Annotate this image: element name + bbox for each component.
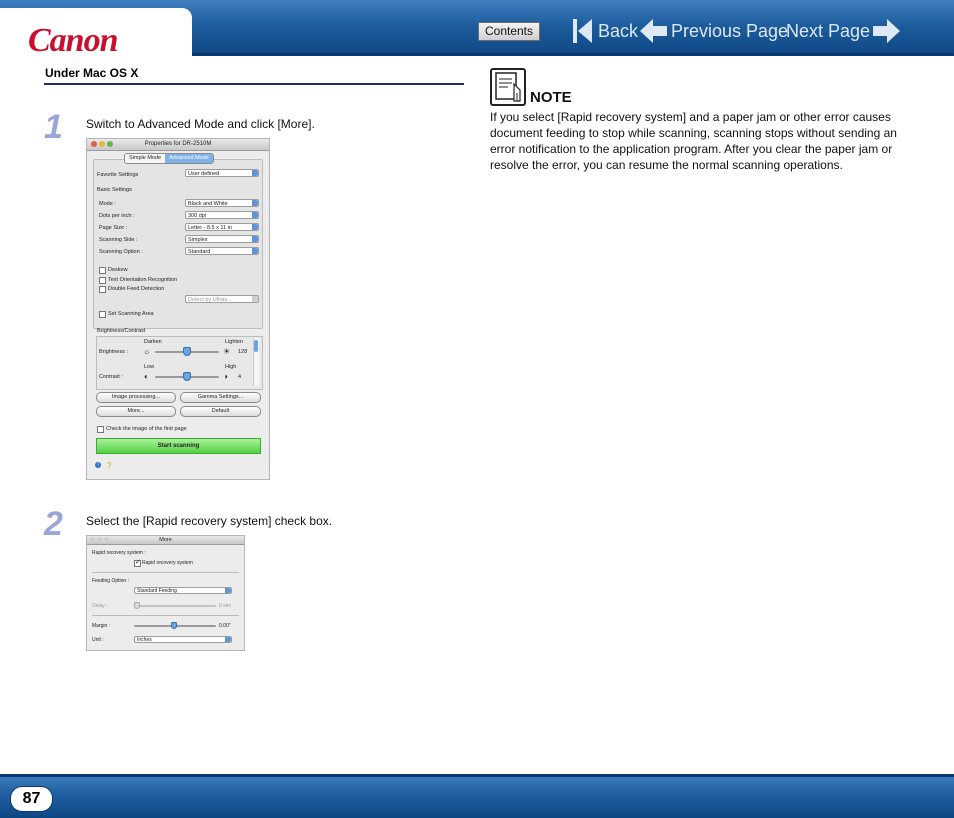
window-title: Properties for DR-2510M <box>144 141 212 147</box>
separator <box>92 572 239 573</box>
contrast-label: Contrast : <box>99 374 123 380</box>
delay-value: 0 sec <box>219 603 231 609</box>
next-page-label: Next Page <box>786 20 871 41</box>
favorite-settings-label: Favorite Settings <box>97 172 139 178</box>
deskew-label: Deskew <box>108 267 128 273</box>
lighten-label: Lighten <box>225 339 244 345</box>
note-icon <box>490 68 526 106</box>
properties-window-screenshot: Properties for DR-2510M Simple Mode Adva… <box>86 138 270 480</box>
arrow-right-icon <box>873 19 901 43</box>
more-button: More... <box>96 406 176 417</box>
note-label: NOTE <box>530 89 572 106</box>
deskew-checkbox <box>99 267 106 274</box>
double-feed-checkbox <box>99 286 106 293</box>
arrow-left-icon <box>640 19 667 43</box>
double-feed-label: Double Feed Detection <box>108 286 165 292</box>
mode-popup: Black and White <box>185 199 259 207</box>
heading-rule <box>44 83 464 85</box>
brightness-contrast-label: Brightness/Contrast <box>97 328 146 334</box>
check-first-page-label: Check the image of the first page <box>106 426 187 432</box>
window-title: More <box>159 537 172 543</box>
note-body: If you select [Rapid recovery system] an… <box>490 110 897 172</box>
gamma-settings-button: Gamma Settings... <box>180 392 261 403</box>
delay-label: Delay : <box>92 603 108 609</box>
brightness-value: 128 <box>238 349 248 355</box>
text-orientation-checkbox <box>99 277 106 284</box>
sun-light-icon: ☀ <box>223 347 231 356</box>
brightness-knob <box>183 347 191 356</box>
favorite-settings-popup: User defined <box>185 169 259 177</box>
unit-popup: Inches <box>134 636 232 643</box>
set-scanning-area-checkbox <box>99 311 106 318</box>
rapid-recovery-checkbox-label: Rapid recovery system <box>142 560 193 566</box>
settings-panel <box>93 159 263 329</box>
delay-slider <box>134 605 216 607</box>
darken-label: Darken <box>144 339 162 345</box>
back-button[interactable]: Back <box>572 16 638 46</box>
image-processing-button: Image processing... <box>96 392 176 403</box>
window-titlebar: Properties for DR-2510M <box>87 139 269 151</box>
next-page-button[interactable]: Next Page <box>786 16 901 46</box>
tab-simple-mode: Simple Mode <box>125 154 166 163</box>
previous-page-button[interactable]: Previous Page <box>640 16 788 46</box>
previous-page-label: Previous Page <box>671 20 789 41</box>
window-titlebar: More <box>87 536 244 545</box>
step-2-text: Select the [Rapid recovery system] check… <box>86 514 333 528</box>
scanning-option-label: Scanning Option : <box>99 249 143 255</box>
detect-popup: Detect by Ultras... <box>185 295 259 303</box>
rapid-recovery-checkbox <box>134 558 141 567</box>
tab-advanced-mode: Advanced Mode <box>165 154 213 163</box>
set-scanning-area-label: Set Scanning Area <box>108 311 154 317</box>
margin-value: 0.00" <box>219 623 231 629</box>
more-window-screenshot: More Rapid recovery system : Rapid recov… <box>86 535 245 651</box>
contrast-knob <box>183 372 191 381</box>
feeding-option-label: Feeding Option : <box>92 578 129 584</box>
back-label: Back <box>598 20 639 41</box>
page-size-popup: Letter - 8.5 x 11 in <box>185 223 259 231</box>
scanning-option-popup: Standard <box>185 247 259 255</box>
dpi-popup: 300 dpi <box>185 211 259 219</box>
unit-label: Unit : <box>92 637 104 643</box>
page-size-label: Page Size : <box>99 225 128 231</box>
basic-settings-label: Basic Settings <box>97 187 132 193</box>
canon-logo: Canon <box>28 22 118 59</box>
contents-button[interactable]: Contents <box>478 22 540 41</box>
delay-knob <box>134 602 140 609</box>
contrast-low-icon: ◐ <box>144 372 149 381</box>
info-icon: i <box>95 462 101 468</box>
step-1-text: Switch to Advanced Mode and click [More]… <box>86 117 315 131</box>
brightness-label: Brightness : <box>99 349 129 355</box>
panel-scrollbar <box>253 338 259 386</box>
footer-bar <box>0 774 954 818</box>
check-first-page-checkbox <box>97 426 104 433</box>
page-number: 87 <box>10 786 53 812</box>
logo-area: Canon <box>0 8 192 60</box>
high-label: High <box>225 364 237 370</box>
margin-knob <box>171 622 177 629</box>
scanning-side-popup: Simplex <box>185 235 259 243</box>
contrast-high-icon: ◑ <box>223 372 228 381</box>
separator <box>92 615 239 616</box>
scanning-side-label: Scanning Side : <box>99 237 138 243</box>
rapid-recovery-label: Rapid recovery system : <box>92 550 146 556</box>
text-orientation-label: Text Orientation Recognition <box>108 277 178 283</box>
default-button: Default <box>180 406 261 417</box>
start-scanning-button: Start scanning <box>96 438 261 454</box>
help-icon: ? <box>107 461 112 470</box>
back-icon <box>573 19 592 43</box>
sun-dark-icon: ☼ <box>143 347 151 356</box>
step-1-number: 1 <box>44 108 63 146</box>
mode-label: Mode : <box>99 201 116 207</box>
low-label: Low <box>144 364 155 370</box>
feeding-option-popup: Standard Feeding <box>134 587 232 594</box>
mode-tabs: Simple Mode Advanced Mode <box>124 153 214 164</box>
step-2-number: 2 <box>44 505 63 543</box>
section-heading: Under Mac OS X <box>45 66 139 80</box>
margin-label: Margin : <box>92 623 111 629</box>
contrast-value: 4 <box>238 374 242 380</box>
dpi-label: Dots per inch : <box>99 213 135 219</box>
